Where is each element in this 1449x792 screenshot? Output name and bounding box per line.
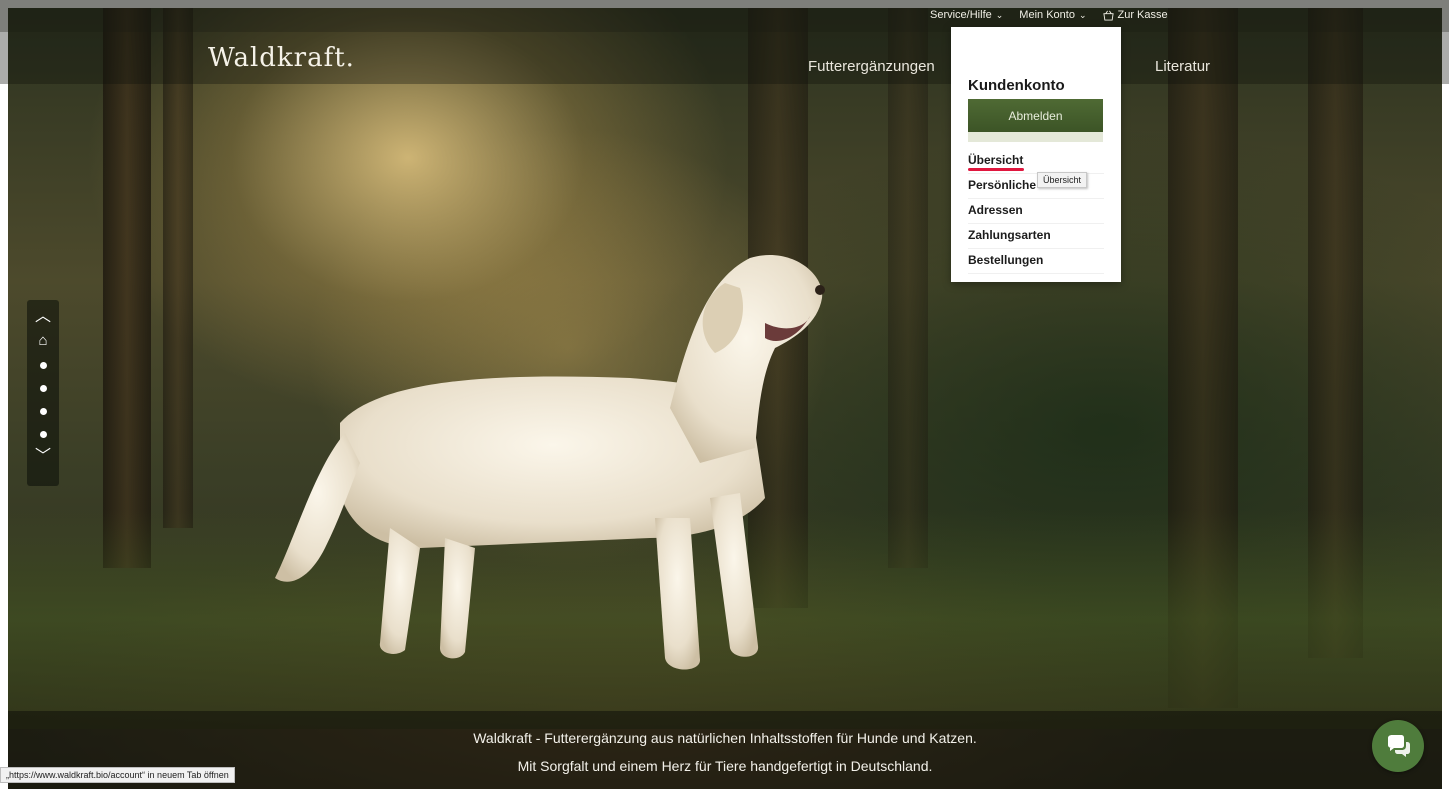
checkout-label: Zur Kasse [1117,9,1168,21]
utility-links: Service/Hilfe ⌄ Mein Konto ⌄ Zur Kasse [930,9,1168,21]
chat-button[interactable] [1372,720,1424,772]
slide-dot[interactable] [39,362,47,369]
nav-item-futterergaenzungen[interactable]: Futterergänzungen [808,58,935,75]
account-dropdown: Kundenkonto Abmelden Übersicht Persönlic… [951,27,1121,282]
basket-icon [1102,10,1114,21]
account-item-orders[interactable]: Bestellungen [968,249,1104,274]
tree-trunk [888,8,928,568]
slide-dot[interactable] [39,431,47,438]
chevron-down-icon: ⌄ [1078,9,1087,20]
account-item-label: Übersicht [968,153,1024,167]
browser-status-bar: „https://www.waldkraft.bio/account“ in n… [0,767,235,783]
slide-dot[interactable] [39,408,47,415]
brand-logo[interactable]: Waldkraft. [208,43,355,73]
hover-tooltip: Übersicht [1037,172,1088,188]
logout-button[interactable]: Abmelden [968,99,1103,142]
tree-trunk [103,8,151,568]
chat-icon [1388,735,1410,757]
account-item-overview[interactable]: Übersicht [968,149,1104,174]
tree-trunk [163,8,193,528]
chevron-down-icon: ⌄ [995,9,1004,20]
slide-dot[interactable] [39,385,47,392]
top-utility-bar: Service/Hilfe ⌄ Mein Konto ⌄ Zur Kasse [0,0,1449,32]
chevron-up-icon[interactable]: ︿ [35,306,51,328]
caption-line-1: Waldkraft - Futterergänzung aus natürlic… [473,730,977,746]
dog-image [275,255,825,670]
home-icon[interactable]: ⌂ [38,328,47,354]
my-account-menu[interactable]: Mein Konto ⌄ [1019,9,1086,21]
account-item-addresses[interactable]: Adressen [968,199,1104,224]
active-underline [968,168,1024,171]
dropdown-title: Kundenkonto [968,77,1065,94]
chevron-down-icon[interactable]: ﹀ [35,446,51,468]
my-account-label: Mein Konto [1019,9,1075,21]
service-help-menu[interactable]: Service/Hilfe ⌄ [930,9,1003,21]
hero-background [8,8,1442,789]
slider-side-nav: ︿ ⌂ ﹀ [27,300,59,486]
nav-item-literatur[interactable]: Literatur [1155,58,1210,75]
service-help-label: Service/Hilfe [930,9,992,21]
account-item-payment-methods[interactable]: Zahlungsarten [968,224,1104,249]
checkout-link[interactable]: Zur Kasse [1102,9,1168,21]
account-menu-list: Übersicht Persönliche Adressen Zahlungsa… [968,149,1104,274]
